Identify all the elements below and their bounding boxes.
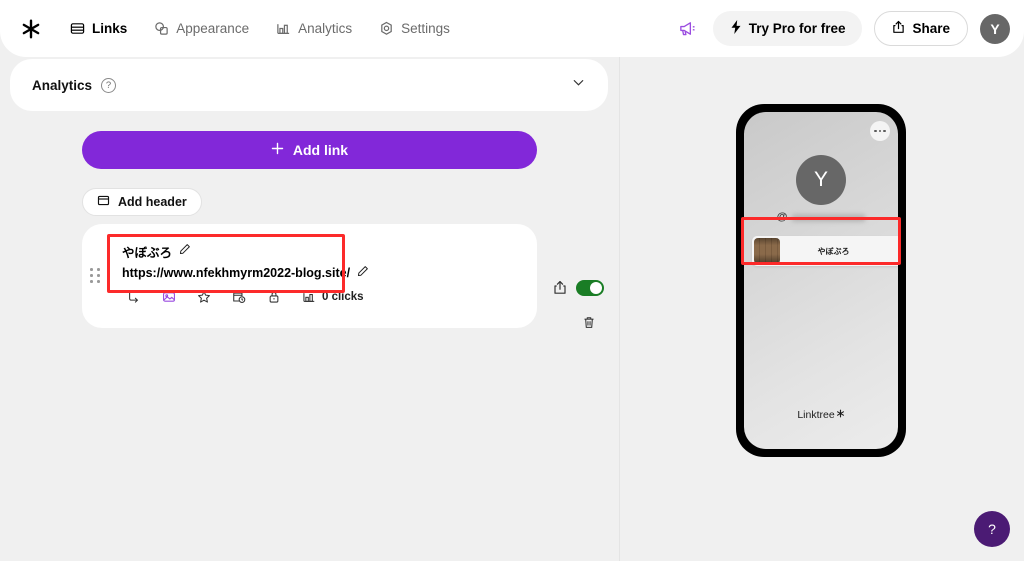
tab-analytics[interactable]: Analytics — [264, 15, 363, 43]
link-card: やぼぶろ https://www.nfekhmyrm2022-blog.site… — [82, 224, 604, 328]
tab-settings[interactable]: Settings — [367, 15, 461, 43]
nav-tabs: Links Appearance Analytics Settings — [58, 15, 461, 43]
help-button[interactable]: ? — [974, 511, 1010, 547]
layout-icon[interactable] — [126, 289, 141, 304]
tab-appearance[interactable]: Appearance — [142, 15, 260, 43]
tab-links-label: Links — [92, 21, 128, 36]
schedule-icon[interactable] — [231, 289, 246, 304]
toggle-knob — [590, 282, 602, 294]
megaphone-icon[interactable] — [675, 16, 701, 42]
header-actions: Try Pro for free Share Y — [675, 11, 1010, 46]
phone-screen: Y @ やぼぶろ Linktree — [744, 112, 898, 449]
linktree-asterisk-logo-icon[interactable] — [18, 16, 44, 42]
add-link-label: Add link — [292, 142, 349, 158]
plus-icon — [271, 142, 284, 158]
link-title-row[interactable]: やぼぶろ — [122, 242, 369, 260]
phone-mockup: Y @ やぼぶろ Linktree — [736, 104, 906, 457]
settings-gear-icon — [378, 21, 394, 37]
more-dots-icon[interactable] — [870, 121, 890, 141]
at-symbol-icon: @ — [776, 211, 788, 223]
top-navigation-bar: Links Appearance Analytics Settings Try … — [0, 0, 1024, 57]
trash-icon[interactable] — [582, 315, 596, 335]
link-enable-toggle[interactable] — [576, 280, 604, 296]
app-root: Links Appearance Analytics Settings Try … — [0, 0, 1024, 561]
pencil-icon[interactable] — [357, 264, 369, 282]
appearance-icon — [153, 21, 169, 37]
share-button[interactable]: Share — [874, 11, 968, 46]
chevron-down-icon[interactable] — [571, 75, 586, 95]
tab-settings-label: Settings — [401, 21, 450, 36]
preview-avatar: Y — [796, 155, 846, 205]
user-avatar[interactable]: Y — [980, 13, 1010, 44]
preview-avatar-initial: Y — [813, 168, 828, 191]
drag-handle-icon[interactable] — [90, 268, 102, 284]
preview-footer[interactable]: Linktree — [744, 409, 898, 421]
tab-appearance-label: Appearance — [176, 21, 250, 36]
analytics-collapsible-bar[interactable]: Analytics ? — [10, 59, 608, 111]
pencil-icon[interactable] — [179, 242, 191, 260]
link-clicks[interactable]: 0 clicks — [301, 289, 364, 304]
preview-link-card[interactable]: やぼぶろ — [752, 236, 898, 266]
help-button-glyph: ? — [988, 521, 996, 537]
link-title: やぼぶろ — [122, 245, 173, 260]
link-thumbnail-icon — [754, 238, 780, 264]
tab-analytics-label: Analytics — [298, 21, 353, 36]
share-upload-icon — [892, 20, 905, 37]
add-header-button[interactable]: Add header — [82, 188, 202, 216]
links-icon — [69, 21, 85, 37]
analytics-bars-icon — [275, 21, 291, 37]
lightning-bolt-icon — [730, 20, 742, 37]
link-url-row[interactable]: https://www.nfekhmyrm2022-blog.site/ — [122, 264, 369, 282]
bar-chart-icon — [301, 289, 316, 304]
help-question-icon[interactable]: ? — [101, 77, 117, 93]
asterisk-icon — [836, 409, 845, 421]
preview-panel: Y @ やぼぶろ Linktree — [620, 57, 1024, 561]
tab-links[interactable]: Links — [58, 15, 138, 43]
preview-footer-label: Linktree — [797, 409, 835, 421]
preview-username-blurred — [791, 213, 866, 222]
preview-handle: @ — [777, 212, 866, 223]
lock-icon[interactable] — [266, 289, 281, 304]
analytics-bar-title: Analytics — [32, 77, 93, 93]
link-share-icon[interactable] — [553, 280, 567, 300]
links-editor-panel: Analytics ? Add link Add header やぼぶろ htt… — [0, 57, 619, 561]
share-label: Share — [912, 21, 950, 36]
link-tools-row: 0 clicks — [126, 289, 364, 304]
preview-link-title: やぼぶろ — [817, 246, 850, 256]
try-pro-label: Try Pro for free — [748, 21, 846, 36]
link-card-text: やぼぶろ https://www.nfekhmyrm2022-blog.site… — [122, 242, 369, 282]
user-avatar-initial: Y — [990, 20, 1000, 37]
add-link-button[interactable]: Add link — [82, 131, 537, 169]
add-header-label: Add header — [118, 195, 187, 209]
image-icon[interactable] — [161, 289, 176, 304]
header-box-icon — [97, 194, 110, 210]
link-clicks-label: 0 clicks — [322, 290, 364, 303]
link-url: https://www.nfekhmyrm2022-blog.site/ — [122, 266, 351, 280]
try-pro-button[interactable]: Try Pro for free — [712, 11, 863, 46]
star-icon[interactable] — [196, 289, 211, 304]
